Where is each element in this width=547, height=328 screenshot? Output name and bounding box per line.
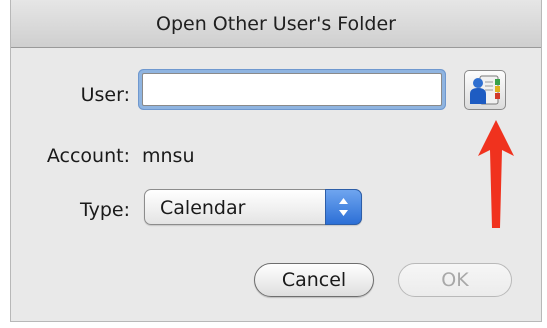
- type-select-value: Calendar: [160, 197, 246, 219]
- up-down-arrows-icon: [325, 189, 362, 225]
- user-input[interactable]: [142, 73, 442, 106]
- type-select[interactable]: Calendar: [144, 189, 362, 225]
- title-bar: Open Other User's Folder: [11, 0, 541, 48]
- address-book-person-icon: [470, 75, 500, 105]
- account-label: Account:: [46, 145, 130, 167]
- red-arrow-up-icon: [478, 120, 514, 228]
- type-label: Type:: [79, 199, 130, 221]
- ok-button[interactable]: OK: [398, 263, 512, 297]
- choose-user-button[interactable]: [464, 70, 506, 110]
- dialog-title: Open Other User's Folder: [156, 13, 396, 35]
- user-label: User:: [80, 84, 130, 106]
- account-value: mnsu: [142, 145, 195, 167]
- cancel-button[interactable]: Cancel: [254, 263, 374, 297]
